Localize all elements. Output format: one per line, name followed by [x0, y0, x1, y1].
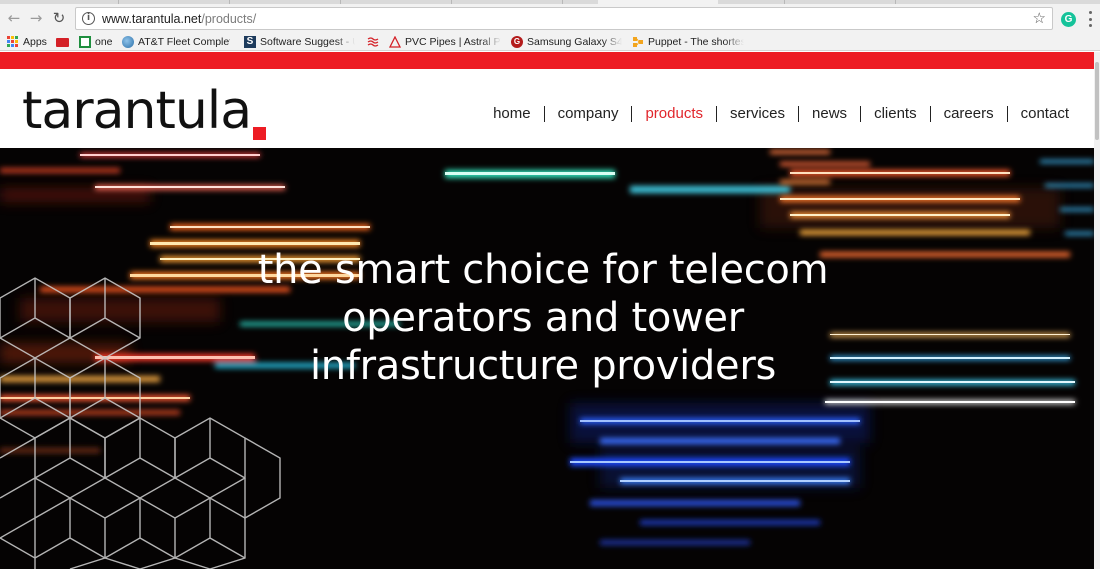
att-globe-icon — [122, 35, 134, 48]
sheets-icon — [79, 35, 91, 48]
nav-careers[interactable]: careers — [931, 105, 1007, 122]
bookmark-star-icon[interactable]: ☆ — [1033, 9, 1046, 27]
samsung-icon: G — [511, 35, 523, 48]
top-red-bar — [0, 52, 1094, 69]
page-scrollbar[interactable] — [1094, 52, 1100, 569]
forward-arrow-icon[interactable]: → — [25, 7, 47, 29]
hero-line-3: infrastructure providers — [309, 343, 777, 389]
scrollbar-thumb[interactable] — [1095, 62, 1099, 140]
hero-banner: the smart choice for telecom operators a… — [0, 148, 1094, 569]
bookmark-red-waves[interactable] — [367, 34, 383, 49]
hexagon-pattern — [0, 277, 281, 569]
info-icon[interactable]: i — [82, 12, 95, 25]
nav-home[interactable]: home — [480, 105, 544, 122]
red-badge-icon — [56, 37, 69, 47]
bookmark-apps[interactable]: Apps — [7, 34, 47, 49]
back-arrow-icon[interactable]: ← — [3, 7, 25, 29]
nav-clients[interactable]: clients — [861, 105, 930, 122]
triangle-icon — [389, 35, 402, 48]
main-nav: home company products services news clie… — [480, 105, 1069, 122]
bookmark-att-fleet[interactable]: AT&T Fleet Complete — [122, 34, 230, 49]
nav-news[interactable]: news — [799, 105, 860, 122]
grammarly-extension-icon[interactable]: G — [1061, 12, 1076, 27]
web-page: tarantula home company products services… — [0, 52, 1094, 569]
nav-services[interactable]: services — [717, 105, 798, 122]
bookmark-puppet[interactable]: Puppet - The shortest — [632, 34, 744, 49]
nav-company[interactable]: company — [545, 105, 632, 122]
hero-tagline: the smart choice for telecom operators a… — [248, 246, 838, 390]
bookmark-software-suggest[interactable]: S Software Suggest - Up — [244, 34, 355, 49]
site-header: tarantula home company products services… — [0, 69, 1094, 148]
reload-icon[interactable]: ↻ — [48, 7, 70, 29]
hero-line-2: operators and tower — [342, 295, 744, 341]
url-host: www.tarantula.net — [102, 11, 202, 26]
browser-menu-icon[interactable] — [1088, 11, 1092, 27]
hero-line-1: the smart choice for telecom — [257, 247, 829, 293]
bookmark-one[interactable]: one — [79, 34, 113, 49]
nav-contact[interactable]: contact — [1008, 105, 1069, 122]
puppet-icon — [632, 36, 644, 48]
bookmark-pvc-pipes[interactable]: PVC Pipes | Astral PVC — [389, 34, 501, 49]
nav-products[interactable]: products — [632, 105, 716, 122]
browser-toolbar: ← → ↻ i www.tarantula.net/products/ ☆ G — [0, 4, 1100, 32]
red-waves-icon — [367, 36, 379, 48]
bookmark-red-badge[interactable] — [56, 34, 73, 49]
bookmarks-bar: Apps one AT&T Fleet Complete S Software … — [0, 32, 1100, 51]
bookmark-samsung-galaxy[interactable]: G Samsung Galaxy S4 re — [511, 34, 622, 49]
address-bar[interactable]: i www.tarantula.net/products/ ☆ — [75, 7, 1053, 30]
logo-red-square — [253, 127, 266, 140]
url-path: /products/ — [201, 11, 257, 26]
apps-grid-icon — [7, 36, 18, 47]
site-logo[interactable]: tarantula — [22, 81, 252, 141]
s-logo-icon: S — [244, 35, 256, 48]
